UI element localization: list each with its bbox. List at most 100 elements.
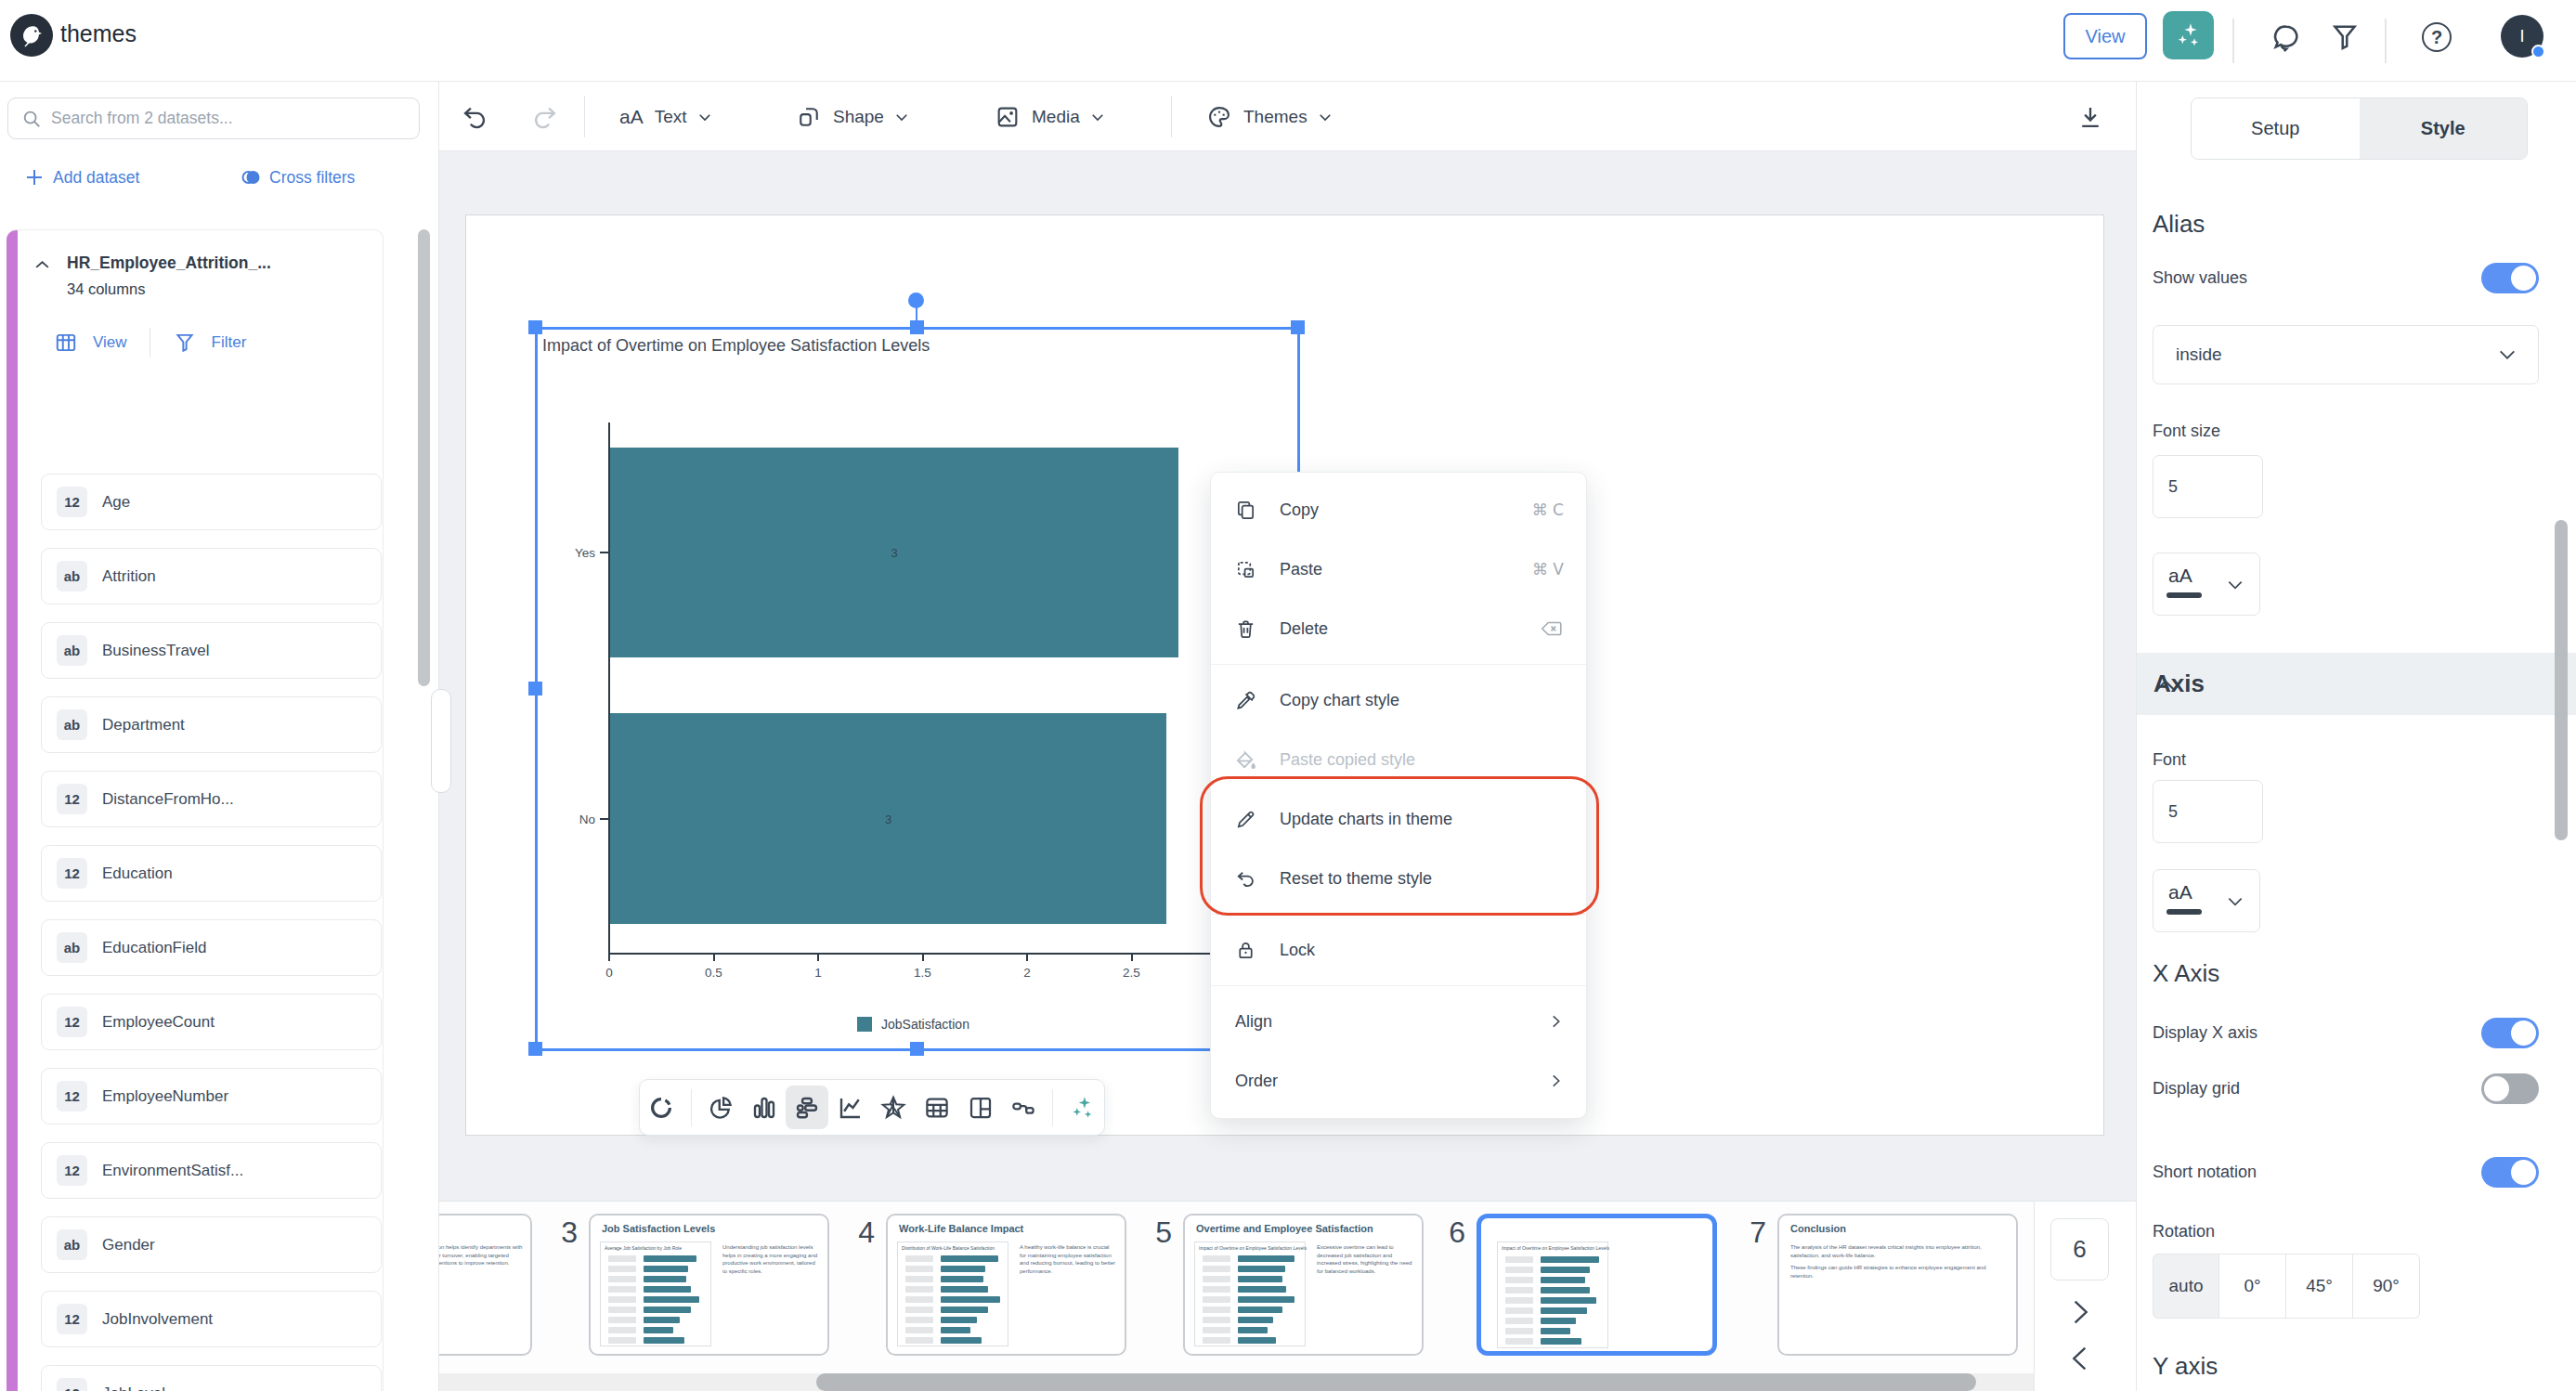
menu-item-lock[interactable]: Lock (1211, 920, 1586, 980)
field-item-Gender[interactable]: abGender (41, 1216, 382, 1273)
show-values-toggle[interactable] (2481, 263, 2539, 293)
slide-thumbnail-6[interactable]: Impact of Overtime on Employee Satisfact… (1477, 1214, 1717, 1356)
font-style-dropdown[interactable]: aA (2153, 552, 2260, 616)
next-slide-button[interactable] (2065, 1297, 2095, 1327)
donut-chart-button[interactable] (640, 1086, 683, 1129)
app-logo-icon[interactable] (10, 14, 53, 57)
shape-menu[interactable]: Shape (796, 82, 910, 151)
radar-chart-button[interactable] (872, 1086, 916, 1129)
font-size-input[interactable]: 5 (2153, 455, 2263, 518)
tab-setup[interactable]: Setup (2192, 98, 2360, 159)
display-x-axis-label: Display X axis (2153, 1023, 2257, 1043)
dataset-view-button[interactable]: View (93, 333, 127, 352)
field-item-Department[interactable]: abDepartment (41, 696, 382, 753)
search-input[interactable]: Search from 2 datasets... (7, 98, 420, 139)
field-item-Attrition[interactable]: abAttrition (41, 548, 382, 604)
comments-icon[interactable] (2270, 20, 2303, 54)
copy-icon (1235, 500, 1256, 521)
view-button[interactable]: View (2063, 13, 2147, 59)
font-size-label: Font size (2153, 422, 2220, 441)
help-icon[interactable]: ? (2422, 22, 2452, 52)
value-position-select[interactable]: inside (2153, 325, 2539, 384)
line-chart-button[interactable] (828, 1086, 872, 1129)
selection-handle[interactable] (528, 682, 542, 696)
field-item-Age[interactable]: 12Age (41, 474, 382, 530)
menu-item-paste[interactable]: Paste⌘ V (1211, 540, 1586, 599)
add-dataset-button[interactable]: Add dataset (23, 166, 139, 188)
selection-handle[interactable] (1291, 320, 1305, 334)
axis-font-style-dropdown[interactable]: aA (2153, 869, 2260, 932)
slide-thumbnail-5[interactable]: Overtime and Employee SatisfactionImpact… (1183, 1214, 1424, 1356)
rotation-option-0deg[interactable]: 0° (2219, 1254, 2286, 1319)
field-item-EmployeeNumber[interactable]: 12EmployeeNumber (41, 1068, 382, 1124)
rotation-option-45deg[interactable]: 45° (2286, 1254, 2353, 1319)
table-button[interactable] (916, 1086, 959, 1129)
chevron-right-icon (1547, 1013, 1564, 1030)
selection-handle[interactable] (910, 1042, 924, 1056)
ai-sparkle-button[interactable] (2163, 11, 2214, 59)
slide-thumbnail-7[interactable]: ConclusionThe analysis of the HR dataset… (1777, 1214, 2018, 1356)
field-type-badge: ab (57, 1229, 87, 1260)
avatar[interactable]: I (2501, 15, 2543, 58)
display-grid-toggle[interactable] (2481, 1073, 2539, 1104)
filmstrip-scrollbar-track[interactable] (439, 1373, 2034, 1391)
short-notation-toggle[interactable] (2481, 1157, 2539, 1188)
rotation-option-90deg[interactable]: 90° (2353, 1254, 2420, 1319)
slide-thumbnail-4[interactable]: Work-Life Balance ImpactDistribution of … (886, 1214, 1126, 1356)
column-chart-button[interactable] (742, 1086, 786, 1129)
selection-handle[interactable] (528, 320, 542, 334)
display-x-axis-toggle[interactable] (2481, 1018, 2539, 1048)
sidebar-scrollbar[interactable] (418, 229, 430, 686)
download-button[interactable] (2077, 82, 2103, 151)
rotation-option-auto[interactable]: auto (2153, 1254, 2219, 1319)
bar-value-label: 3 (891, 546, 897, 560)
slide-thumbnail-2[interactable]: Attrition by DepartmentAttrition Rate by… (439, 1214, 532, 1356)
menu-item-align[interactable]: Align (1211, 992, 1586, 1051)
menu-item-order[interactable]: Order (1211, 1051, 1586, 1111)
pie-chart-button[interactable] (699, 1086, 743, 1129)
menu-item-copy[interactable]: Copy⌘ C (1211, 480, 1586, 540)
field-item-DistanceFromHo...[interactable]: 12DistanceFromHo... (41, 771, 382, 827)
field-item-BusinessTravel[interactable]: abBusinessTravel (41, 622, 382, 679)
flow-button[interactable] (1002, 1086, 1046, 1129)
rotate-handle[interactable] (908, 292, 924, 308)
axis-section-header[interactable]: Axis (2137, 653, 2576, 715)
menu-item-delete[interactable]: Delete (1211, 599, 1586, 658)
ai-suggest-button[interactable] (1060, 1086, 1104, 1129)
display-grid-label: Display grid (2153, 1079, 2240, 1098)
layout-button[interactable] (958, 1086, 1002, 1129)
prev-slide-button[interactable] (2065, 1344, 2095, 1373)
eyedropper-icon (1235, 690, 1256, 711)
field-type-badge: 12 (57, 1378, 87, 1391)
y-tick (600, 552, 608, 553)
table-view-icon[interactable] (54, 331, 78, 355)
field-item-JobLevel[interactable]: 12JobLevel (41, 1365, 382, 1391)
cross-filters-button[interactable]: Cross filters (240, 166, 355, 188)
dataset-filter-button[interactable]: Filter (212, 333, 247, 352)
field-item-EmployeeCount[interactable]: 12EmployeeCount (41, 994, 382, 1050)
filmstrip-scrollbar-thumb[interactable] (816, 1373, 1976, 1391)
field-item-JobInvolvement[interactable]: 12JobInvolvement (41, 1291, 382, 1347)
page-indicator: 6 (2050, 1218, 2109, 1280)
menu-item-copy-chart-style[interactable]: Copy chart style (1211, 670, 1586, 730)
text-menu[interactable]: aAText (619, 82, 713, 151)
bar-chart-button[interactable] (786, 1086, 829, 1129)
filter-icon[interactable] (2328, 20, 2361, 54)
field-item-EnvironmentSatisf...[interactable]: 12EnvironmentSatisf... (41, 1142, 382, 1199)
sidebar-resize-handle[interactable] (431, 689, 451, 793)
category-label: Yes (575, 546, 595, 560)
selection-handle[interactable] (528, 1042, 542, 1056)
dataset-header[interactable]: HR_Employee_Attrition_... 34 columns (33, 254, 271, 298)
themes-menu[interactable]: Themes (1206, 82, 1334, 151)
media-menu[interactable]: Media (995, 82, 1106, 151)
chevron-right-icon (1547, 1072, 1564, 1089)
field-item-Education[interactable]: 12Education (41, 845, 382, 902)
tab-style[interactable]: Style (2360, 98, 2528, 159)
funnel-icon[interactable] (173, 331, 197, 355)
slide-thumbnail-3[interactable]: Job Satisfaction LevelsAverage Job Satis… (589, 1214, 829, 1356)
undo-button[interactable] (462, 82, 488, 151)
redo-button[interactable] (532, 82, 558, 151)
field-item-EducationField[interactable]: abEducationField (41, 919, 382, 976)
axis-font-size-input[interactable]: 5 (2153, 780, 2263, 843)
panel-scrollbar[interactable] (2555, 520, 2568, 840)
